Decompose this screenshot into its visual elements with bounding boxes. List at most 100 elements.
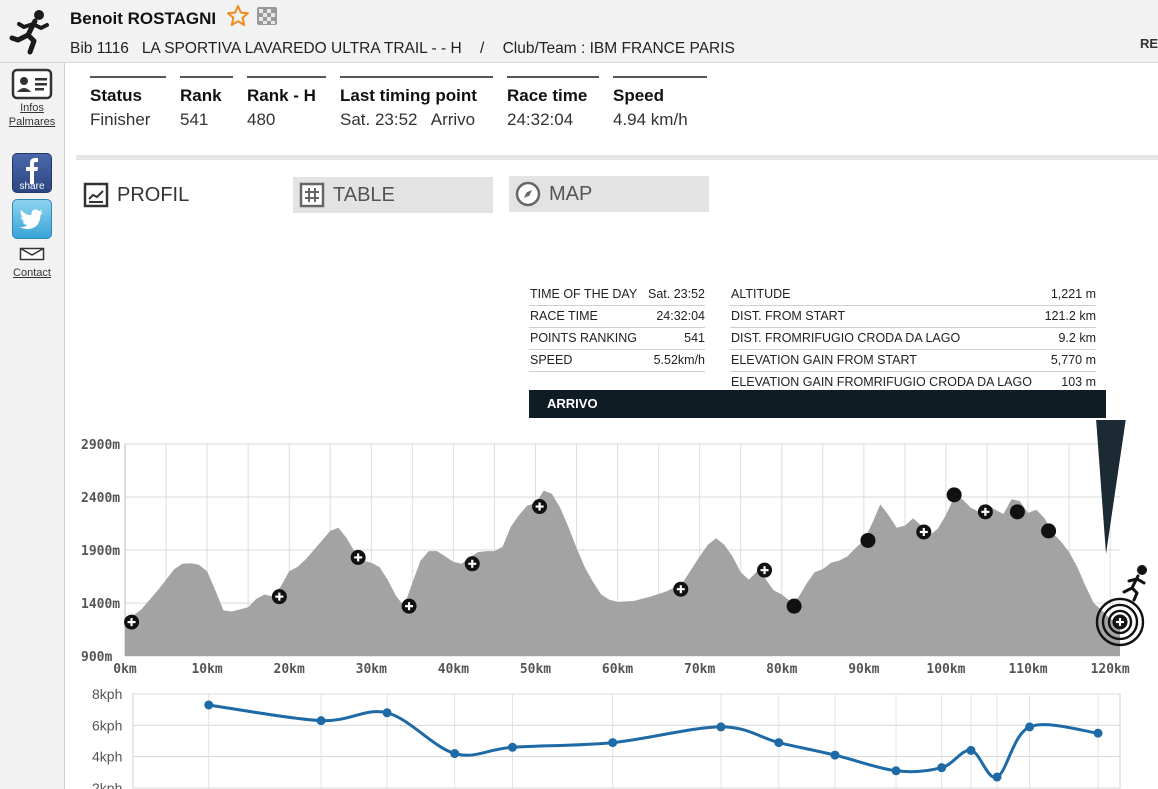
elevation-area [125,490,1120,656]
tooltip-value: 541 [684,331,705,345]
tooltip-point-name: ARRIVO [529,390,1106,418]
profile-y-axis-labels: 900m 1400m 1900m 2400m 2900m [81,438,120,665]
profile-y-tick-label: 2900m [81,438,120,453]
compass-icon [515,181,541,207]
tooltip-label: SPEED [530,353,573,367]
tooltip-value: 9.2 km [1058,331,1096,345]
runner-icon [9,10,49,55]
profile-chart-icon [83,182,109,208]
tooltip-label: ALTITUDE [731,287,791,301]
profile-x-tick-label: 100km [926,662,965,677]
speed-point[interactable] [382,708,392,718]
tooltip-value: 24:32:04 [656,309,705,323]
runner-icon [1122,574,1146,602]
checkpoint-dot[interactable] [1041,523,1057,539]
profile-x-axis-labels: 0km 10km 20km 30km 40km 50km 60km 70km 80km 90km 1… [113,662,1130,677]
profile-x-tick-label: 70km [684,662,715,677]
table-grid-icon [299,182,325,208]
tooltip-label: RACE TIME [530,309,598,323]
tooltip-label: TIME OF THE DAY [530,287,638,301]
tooltip-label: ELEVATION GAIN FROMRIFUGIO CRODA DA LAGO [731,375,1032,389]
stat-value: 4.94 km/h [613,110,688,129]
speed-point[interactable] [937,763,947,773]
speed-point[interactable] [1093,728,1103,738]
tooltip-row: ELEVATION GAIN FROM START 5,770 m [730,350,1096,372]
stat-label: Rank [180,86,222,105]
stat-label: Speed [613,86,665,105]
speed-chart[interactable]: 2kph 4kph 6kph 8kph [75,684,1158,789]
profile-x-tick-label: 10km [191,662,222,677]
speed-point[interactable] [891,766,901,776]
runner-name: Benoit ROSTAGNI [70,9,217,28]
checkpoint-dot[interactable] [860,532,876,548]
contact-link[interactable]: Contact [8,247,56,280]
speed-point[interactable] [316,716,326,726]
profile-x-tick-label: 30km [356,662,387,677]
checkpoint-dot[interactable] [946,487,962,503]
truncated-header-label: RE [1139,36,1158,51]
tooltip-row: ALTITUDE 1,221 m [730,284,1096,306]
tooltip-value: 103 m [1061,375,1096,389]
tab-profil[interactable]: PROFIL [77,177,237,213]
tooltip-row: TIME OF THE DAY Sat. 23:52 [529,284,705,306]
stat-value: 480 [247,110,276,129]
stat-speed: Speed 4.94 km/h [613,76,707,130]
stat-race-time: Race time 24:32:04 [507,76,599,130]
envelope-icon[interactable] [19,247,45,261]
checkpoint-dot[interactable] [786,598,802,614]
profile-y-tick-label: 900m [81,650,112,665]
speed-point[interactable] [507,742,517,752]
contact-label[interactable]: Contact [8,266,56,280]
twitter-share-button[interactable] [12,199,52,239]
runner-icon [1137,564,1147,575]
tab-map[interactable]: MAP [509,176,709,212]
profile-y-tick-label: 2400m [81,491,120,506]
stat-label: Race time [507,86,588,105]
speed-point[interactable] [204,700,214,710]
speed-y-tick-label: 2kph [92,780,122,789]
speed-point[interactable] [966,745,976,755]
tooltip-value: Sat. 23:52 [648,287,705,301]
profile-y-tick-label: 1900m [81,544,120,559]
profile-x-tick-label: 80km [766,662,797,677]
speed-point[interactable] [450,749,460,759]
twitter-bird-icon [20,209,43,230]
tab-table-label: TABLE [333,183,395,206]
infos-link[interactable]: Infos [6,101,58,115]
tab-table[interactable]: TABLE [293,177,493,213]
stat-value: 541 [180,110,209,129]
tooltip-value: 121.2 km [1044,309,1096,323]
tooltip-row: DIST. FROM START 121.2 km [730,306,1096,328]
profile-x-tick-label: 110km [1008,662,1047,677]
facebook-share-button[interactable]: share [12,153,52,193]
infos-palmares-link[interactable]: Infos Palmares [6,67,58,129]
separator: / [479,40,485,57]
speed-point[interactable] [830,750,840,760]
elevation-profile-chart[interactable]: 900m 1400m 1900m 2400m 2900m 0km 10km 20km 30km… [75,420,1158,684]
speed-point[interactable] [608,738,618,748]
speed-point[interactable] [716,722,726,732]
speed-y-axis-labels: 2kph 4kph 6kph 8kph [92,686,122,789]
speed-point[interactable] [1025,722,1035,732]
stat-rank-h: Rank - H 480 [247,76,326,130]
race-name: LA SPORTIVA LAVAREDO ULTRA TRAIL - - H [141,40,462,57]
checkpoint-dot[interactable] [1009,504,1025,520]
tab-profil-label: PROFIL [117,183,190,206]
runner-detail-page: Benoit ROSTAGNI Bib 1116 LA SPORTIVA LAV… [0,0,1158,789]
palmares-link[interactable]: Palmares [6,115,58,129]
id-card-icon[interactable] [11,67,53,101]
facebook-share-label: share [19,181,45,192]
tooltip-pointer [1096,420,1126,554]
stat-status: Status Finisher [90,76,166,130]
profile-x-tick-label: 60km [602,662,633,677]
checkered-flag-icon[interactable] [256,6,278,26]
tooltip-distance-table: ALTITUDE 1,221 m DIST. FROM START 121.2 … [730,284,1096,394]
favorite-star-icon[interactable] [226,4,250,28]
left-sidebar: Infos Palmares share Contact [0,63,65,789]
header: Benoit ROSTAGNI Bib 1116 LA SPORTIVA LAV… [0,0,1158,63]
profile-x-tick-label: 20km [274,662,305,677]
stat-last-timing-point: Last timing point Sat. 23:52 Arrivo [340,76,493,130]
speed-point[interactable] [774,738,784,748]
speed-point[interactable] [992,772,1002,782]
tooltip-row: DIST. FROMRIFUGIO CRODA DA LAGO 9.2 km [730,328,1096,350]
